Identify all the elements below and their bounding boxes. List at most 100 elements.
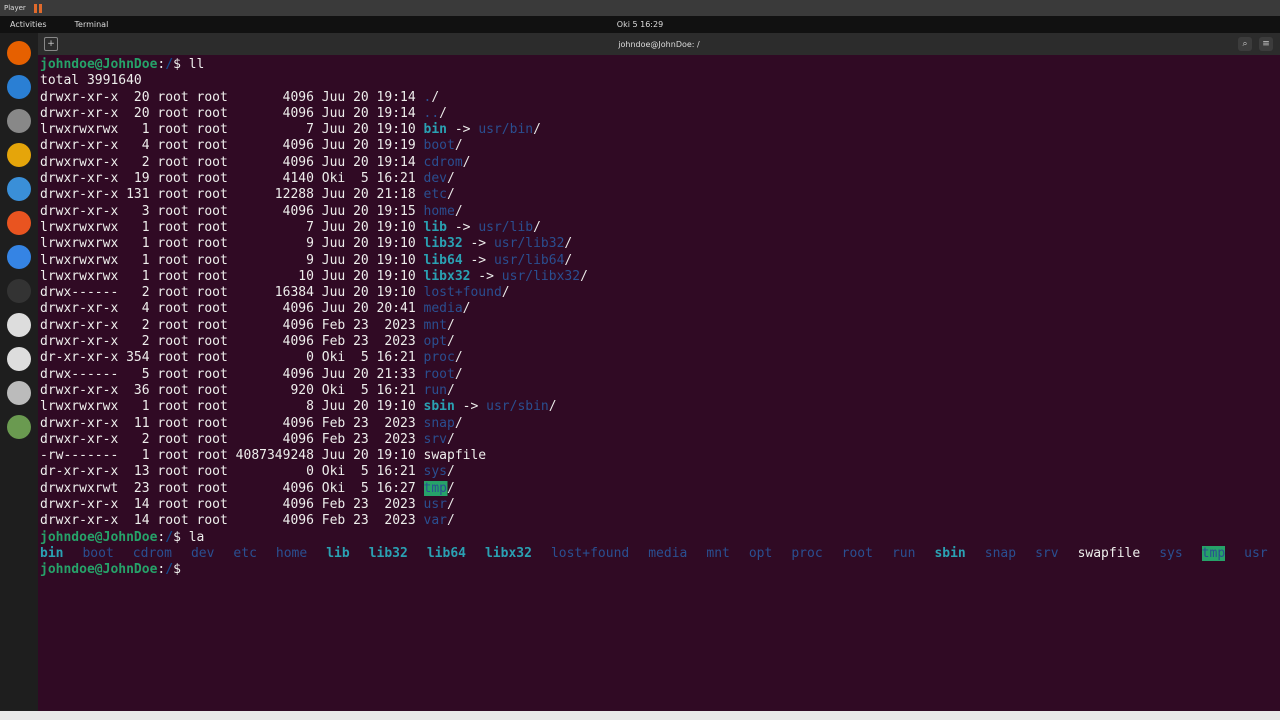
files-icon[interactable]: [7, 109, 31, 133]
la-item: usr: [1244, 545, 1268, 561]
prompt-symbol: $: [173, 57, 181, 72]
entry-name: run/: [423, 382, 455, 398]
entry-name: srv/: [423, 431, 455, 447]
drive-icon[interactable]: [7, 381, 31, 405]
link-target: usr/sbin/: [486, 399, 557, 415]
disc-icon[interactable]: [7, 347, 31, 371]
prompt-line: johndoe@JohnDoe:/$ ll: [40, 57, 1278, 73]
ls-entry: drwxr-xr-x 36 root root 920 Oki 5 16:21 …: [40, 383, 1278, 399]
trash-icon[interactable]: [7, 415, 31, 439]
entry-name: bin: [423, 122, 447, 138]
entry-info: drwxr-xr-x 11 root root 4096 Feb 23 2023: [40, 415, 424, 431]
entry-name: lib: [423, 219, 447, 235]
entry-name: opt/: [423, 334, 455, 350]
prompt-symbol: $: [173, 562, 181, 578]
la-item: tmp: [1201, 545, 1226, 561]
arrow: ->: [447, 122, 479, 138]
entry-info: lrwxrwxrwx 1 root root 10 Juu 20 19:10: [40, 268, 424, 284]
entry-name: usr/: [423, 497, 455, 513]
la-item: root: [841, 545, 873, 561]
disc-icon[interactable]: [7, 313, 31, 337]
entry-name: lib64: [423, 252, 463, 268]
terminal-titlebar: + johndoe@JohnDoe: / ⌕ ≡: [38, 33, 1280, 55]
entry-name: cdrom/: [423, 154, 471, 170]
entry-name: var/: [423, 513, 455, 529]
entry-info: drwxrwxrwt 23 root root 4096 Oki 5 16:27: [40, 480, 424, 496]
dock: [0, 33, 38, 711]
search-icon[interactable]: ⌕: [1238, 37, 1252, 51]
prompt-command: ll: [188, 57, 205, 72]
la-item: swapfile: [1077, 545, 1141, 561]
entry-info: drwxrwxr-x 2 root root 4096 Juu 20 19:14: [40, 154, 424, 170]
entry-info: drwxr-xr-x 14 root root 4096 Feb 23 2023: [40, 497, 424, 513]
ls-entry: dr-xr-xr-x 13 root root 0 Oki 5 16:21 sy…: [40, 464, 1278, 480]
firefox-icon[interactable]: [7, 41, 31, 65]
prompt-path: /: [165, 57, 174, 72]
la-item: sbin: [934, 545, 966, 561]
la-item: boot: [82, 545, 114, 561]
window-title: johndoe@JohnDoe: /: [618, 39, 700, 49]
prompt-command: la: [188, 529, 205, 545]
entry-info: drwx------ 5 root root 4096 Juu 20 21:33: [40, 366, 424, 382]
la-item: etc: [233, 545, 257, 561]
ls-entry: drwxrwxr-x 2 root root 4096 Juu 20 19:14…: [40, 155, 1278, 171]
entry-info: dr-xr-xr-x 13 root root 0 Oki 5 16:21: [40, 464, 424, 480]
la-item: home: [275, 545, 308, 561]
la-item: srv: [1035, 545, 1059, 561]
entry-info: drwxr-xr-x 20 root root 4096 Juu 20 19:1…: [40, 105, 424, 121]
entry-info: lrwxrwxrwx 1 root root 9 Juu 20 19:10: [40, 252, 424, 268]
player-menu[interactable]: Player: [4, 4, 26, 12]
help-icon[interactable]: [7, 245, 31, 269]
total-line: total 3991640: [40, 73, 142, 89]
entry-name: sbin: [423, 399, 455, 415]
entry-info: drwxr-xr-x 2 root root 4096 Feb 23 2023: [40, 334, 424, 350]
ls-entry: -rw------- 1 root root 4087349248 Juu 20…: [40, 448, 1278, 464]
arrow: ->: [447, 219, 479, 235]
entry-name: tmp/: [423, 480, 455, 496]
entry-name: lib32: [423, 236, 463, 252]
menu-icon[interactable]: ≡: [1259, 37, 1273, 51]
prompt-path: /: [165, 562, 174, 578]
entry-info: drwxr-xr-x 36 root root 920 Oki 5 16:21: [40, 382, 424, 398]
ls-entry: lrwxrwxrwx 1 root root 7 Juu 20 19:10 li…: [40, 220, 1278, 236]
ls-entry: drwxr-xr-x 131 root root 12288 Juu 20 21…: [40, 187, 1278, 203]
entry-info: lrwxrwxrwx 1 root root 9 Juu 20 19:10: [40, 236, 424, 252]
la-item: run: [891, 545, 916, 561]
prompt-symbol: $: [173, 529, 181, 545]
new-tab-icon[interactable]: +: [44, 37, 58, 51]
link-target: usr/bin/: [478, 122, 541, 138]
arrow: ->: [462, 252, 494, 268]
la-item: mnt: [706, 545, 730, 561]
entry-info: drwxr-xr-x 131 root root 12288 Juu 20 21…: [40, 187, 424, 203]
ls-entry: drwxrwxrwt 23 root root 4096 Oki 5 16:27…: [40, 480, 1278, 497]
link-target: usr/lib/: [478, 219, 541, 235]
entry-info: drwxr-xr-x 20 root root 4096 Juu 20 19:1…: [40, 89, 424, 105]
thunderbird-icon[interactable]: [7, 75, 31, 99]
entry-name: libx32: [423, 268, 471, 284]
terminal-icon[interactable]: [7, 279, 31, 303]
la-item: sys: [1159, 545, 1183, 561]
entry-info: lrwxrwxrwx 1 root root 7 Juu 20 19:10: [40, 122, 424, 138]
entry-name: etc/: [423, 187, 455, 203]
la-item: dev: [190, 545, 215, 561]
entry-info: drwxr-xr-x 2 root root 4096 Feb 23 2023: [40, 317, 424, 333]
ls-entry: drwxr-xr-x 4 root root 4096 Juu 20 19:19…: [40, 138, 1278, 154]
entry-name: mnt/: [423, 317, 455, 333]
clock[interactable]: Oki 5 16:29: [0, 20, 1280, 29]
entry-info: drwxr-xr-x 2 root root 4096 Feb 23 2023: [40, 431, 424, 447]
ls-entry: drwx------ 2 root root 16384 Juu 20 19:1…: [40, 285, 1278, 301]
entry-name-text: tmp/: [423, 480, 455, 496]
pause-icon[interactable]: [33, 3, 42, 13]
rhythmbox-icon[interactable]: [7, 143, 31, 167]
la-item: lib32: [368, 545, 408, 561]
ls-entry: drwxr-xr-x 14 root root 4096 Feb 23 2023…: [40, 513, 1278, 529]
entry-name: ../: [423, 105, 447, 121]
software-icon[interactable]: [7, 211, 31, 235]
la-item: lost+found: [550, 545, 630, 561]
terminal-output[interactable]: johndoe@JohnDoe:/$ ll total 3991640 drwxr-…: [40, 57, 1278, 710]
entry-name: root/: [423, 366, 463, 382]
writer-icon[interactable]: [7, 177, 31, 201]
la-item: opt: [748, 545, 773, 561]
ls-entry: lrwxrwxrwx 1 root root 8 Juu 20 19:10 sb…: [40, 399, 1278, 415]
